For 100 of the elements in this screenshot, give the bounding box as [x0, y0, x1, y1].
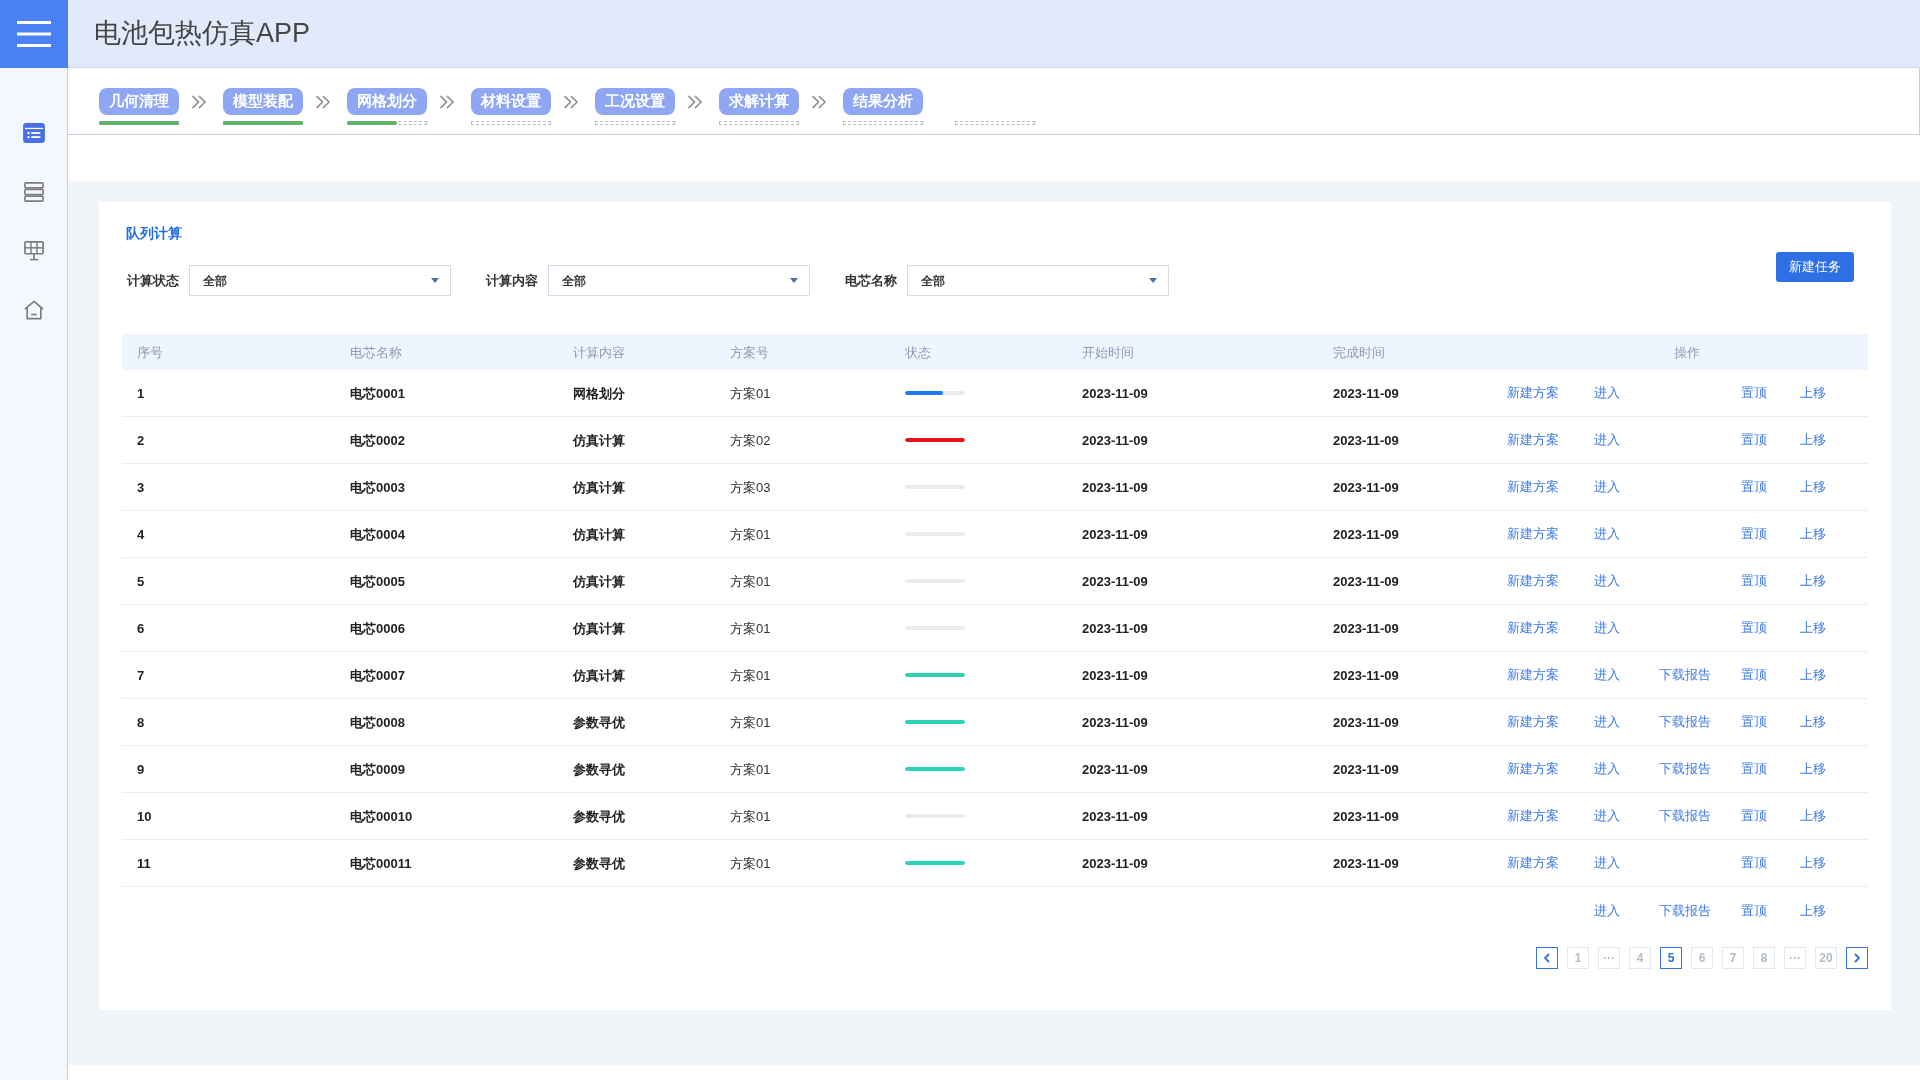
action-link[interactable]: 上移	[1800, 853, 1826, 873]
table-cell: 2023-11-09	[1333, 386, 1399, 401]
action-link[interactable]: 上移	[1800, 900, 1826, 921]
table-cell: 电芯0008	[350, 715, 405, 730]
menu-button[interactable]	[0, 0, 68, 68]
action-link[interactable]: 上移	[1800, 430, 1826, 450]
table-cell: 电芯0001	[350, 386, 405, 401]
action-link[interactable]: 进入	[1594, 806, 1620, 826]
table-cell: 2023-11-09	[1082, 715, 1148, 730]
action-link[interactable]: 置顶	[1741, 665, 1767, 685]
action-link[interactable]: 上移	[1800, 571, 1826, 591]
action-link[interactable]: 置顶	[1741, 900, 1767, 921]
new-task-button[interactable]: 新建任务	[1776, 252, 1854, 282]
filter-dropdown[interactable]: 全部	[548, 265, 810, 296]
action-link[interactable]: 置顶	[1741, 712, 1767, 732]
table-cell: 网格划分	[573, 386, 625, 401]
next-page-button[interactable]	[1846, 947, 1868, 969]
step-tab[interactable]: 材料设置	[471, 88, 551, 115]
table-cell: 2023-11-09	[1082, 762, 1148, 777]
action-link[interactable]: 置顶	[1741, 430, 1767, 450]
action-link[interactable]: 进入	[1594, 618, 1620, 638]
action-link[interactable]: 进入	[1594, 900, 1620, 921]
table-cell: 参数寻优	[573, 809, 625, 824]
action-link[interactable]: 下载报告	[1659, 759, 1711, 779]
action-link[interactable]: 上移	[1800, 806, 1826, 826]
action-link[interactable]: 置顶	[1741, 806, 1767, 826]
action-link[interactable]: 置顶	[1741, 383, 1767, 403]
action-link[interactable]: 进入	[1594, 759, 1620, 779]
action-link[interactable]: 新建方案	[1507, 712, 1559, 732]
filter-label: 计算状态	[127, 271, 179, 290]
action-link[interactable]: 置顶	[1741, 759, 1767, 779]
step-tab[interactable]: 求解计算	[719, 88, 799, 115]
action-link[interactable]: 下载报告	[1659, 900, 1711, 921]
table-cell: 10	[137, 809, 152, 824]
filter-dropdown[interactable]: 全部	[907, 265, 1169, 296]
table-cell: 2023-11-09	[1082, 527, 1148, 542]
double-chevron-icon	[191, 94, 207, 109]
action-link[interactable]: 进入	[1594, 571, 1620, 591]
table-cell: 仿真计算	[573, 480, 625, 495]
step-tab[interactable]: 结果分析	[843, 88, 923, 115]
caret-icon	[790, 278, 798, 283]
action-link[interactable]: 进入	[1594, 477, 1620, 497]
action-link[interactable]: 下载报告	[1659, 665, 1711, 685]
step-tab[interactable]: 网格划分	[347, 88, 427, 115]
action-link[interactable]: 进入	[1594, 665, 1620, 685]
action-link[interactable]: 新建方案	[1507, 430, 1559, 450]
table-cell: 方案02	[730, 433, 771, 448]
table-cell: 电芯0007	[350, 668, 405, 683]
action-link[interactable]: 置顶	[1741, 618, 1767, 638]
action-link[interactable]: 进入	[1594, 524, 1620, 544]
action-link[interactable]: 新建方案	[1507, 383, 1559, 403]
action-link[interactable]: 置顶	[1741, 524, 1767, 544]
stacked-rows-icon[interactable]	[22, 182, 45, 202]
action-link[interactable]: 新建方案	[1507, 853, 1559, 873]
caret-icon	[431, 278, 439, 283]
action-link[interactable]: 上移	[1800, 477, 1826, 497]
table-cell: 方案01	[730, 574, 771, 589]
action-link[interactable]: 上移	[1800, 618, 1826, 638]
action-link[interactable]: 进入	[1594, 712, 1620, 732]
action-link[interactable]: 新建方案	[1507, 806, 1559, 826]
filter-dropdown[interactable]: 全部	[189, 265, 451, 296]
action-link[interactable]: 新建方案	[1507, 759, 1559, 779]
action-link[interactable]: 进入	[1594, 853, 1620, 873]
table-cell: 电芯00011	[350, 856, 412, 871]
action-link[interactable]: 置顶	[1741, 571, 1767, 591]
column-header: 电芯名称	[350, 345, 402, 360]
table-cell: 参数寻优	[573, 856, 625, 871]
action-link[interactable]: 新建方案	[1507, 618, 1559, 638]
action-link[interactable]: 上移	[1800, 759, 1826, 779]
table-cell: 2023-11-09	[1333, 433, 1399, 448]
table-cell: 2023-11-09	[1333, 762, 1399, 777]
action-link[interactable]: 新建方案	[1507, 665, 1559, 685]
page-button[interactable]: 5	[1660, 947, 1682, 969]
step-tab[interactable]: 模型装配	[223, 88, 303, 115]
table-cell: 电芯00010	[350, 809, 413, 824]
action-link[interactable]: 置顶	[1741, 477, 1767, 497]
action-link[interactable]: 新建方案	[1507, 524, 1559, 544]
action-link[interactable]: 新建方案	[1507, 571, 1559, 591]
action-link[interactable]: 下载报告	[1659, 712, 1711, 732]
action-link[interactable]: 进入	[1594, 383, 1620, 403]
list-icon[interactable]	[22, 123, 45, 143]
action-link[interactable]: 上移	[1800, 524, 1826, 544]
step-tab[interactable]: 几何清理	[99, 88, 179, 115]
action-link[interactable]: 置顶	[1741, 853, 1767, 873]
table-cell: 2	[137, 433, 145, 448]
table-cell: 9	[137, 762, 145, 777]
action-link[interactable]: 上移	[1800, 712, 1826, 732]
column-header: 状态	[905, 345, 931, 360]
previous-page-button[interactable]	[1536, 947, 1558, 969]
action-link[interactable]: 上移	[1800, 665, 1826, 685]
grid-panel-icon[interactable]	[22, 241, 45, 261]
step-tab[interactable]: 工况设置	[595, 88, 675, 115]
action-link[interactable]: 新建方案	[1507, 477, 1559, 497]
action-link[interactable]: 上移	[1800, 383, 1826, 403]
action-link[interactable]: 下载报告	[1659, 806, 1711, 826]
double-chevron-icon	[439, 94, 455, 109]
action-link[interactable]: 进入	[1594, 430, 1620, 450]
column-header: 完成时间	[1333, 345, 1385, 360]
table-cell: 仿真计算	[573, 527, 625, 542]
home-icon[interactable]	[22, 300, 45, 320]
